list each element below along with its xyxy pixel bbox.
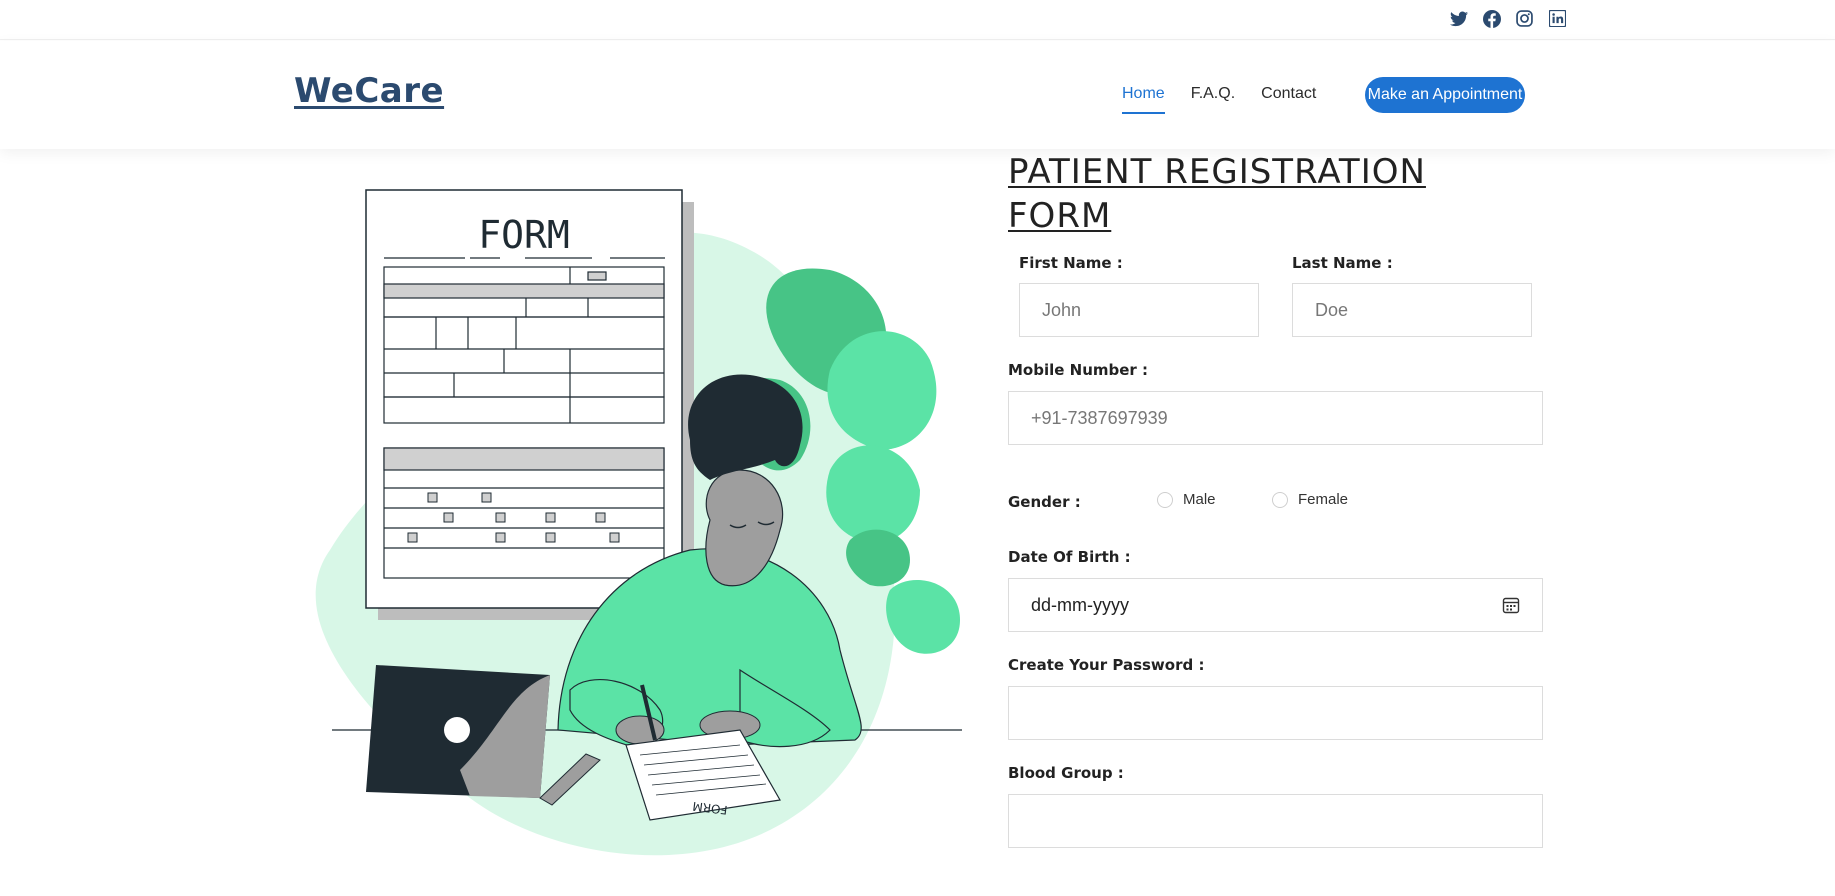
dob-input[interactable]: dd-mm-yyyy [1008, 578, 1543, 632]
blood-group-input[interactable] [1008, 794, 1543, 848]
main-nav: Home F.A.Q. Contact [1122, 85, 1316, 114]
mobile-input[interactable] [1008, 391, 1543, 445]
registration-illustration: FORM FORM [315, 189, 962, 856]
gender-female-option[interactable]: Female [1272, 491, 1348, 508]
male-radio[interactable] [1157, 491, 1173, 508]
password-label: Create Your Password : [1008, 656, 1205, 674]
male-radio-label: Male [1183, 491, 1216, 508]
nav-faq[interactable]: F.A.Q. [1191, 85, 1235, 114]
mobile-label: Mobile Number : [1008, 361, 1149, 379]
dob-label: Date Of Birth : [1008, 548, 1131, 566]
make-appointment-button[interactable]: Make an Appointment [1365, 77, 1525, 113]
instagram-icon[interactable] [1515, 9, 1534, 28]
password-input[interactable] [1008, 686, 1543, 740]
last-name-input[interactable] [1292, 283, 1532, 337]
gender-label: Gender : [1008, 493, 1081, 511]
twitter-icon[interactable] [1449, 9, 1468, 28]
linkedin-icon[interactable] [1548, 9, 1567, 28]
top-bar [0, 0, 1835, 40]
first-name-input[interactable] [1019, 283, 1259, 337]
form-heading-text: FORM [478, 213, 570, 257]
gender-male-option[interactable]: Male [1157, 491, 1216, 508]
female-radio-label: Female [1298, 491, 1349, 508]
female-radio[interactable] [1272, 491, 1288, 508]
site-header: WeCare Home F.A.Q. Contact Make an Appoi… [0, 41, 1835, 149]
calendar-icon[interactable] [1502, 596, 1520, 614]
nav-contact[interactable]: Contact [1261, 85, 1316, 114]
form-title: PATIENT REGISTRATION FORM [1008, 152, 1426, 236]
dob-value: dd-mm-yyyy [1031, 595, 1129, 615]
facebook-icon[interactable] [1482, 9, 1501, 28]
last-name-label: Last Name : [1292, 254, 1393, 272]
nav-home[interactable]: Home [1122, 85, 1165, 114]
site-logo[interactable]: WeCare [294, 71, 444, 111]
first-name-label: First Name : [1019, 254, 1123, 272]
social-links [1449, 9, 1567, 28]
blood-group-label: Blood Group : [1008, 764, 1124, 782]
